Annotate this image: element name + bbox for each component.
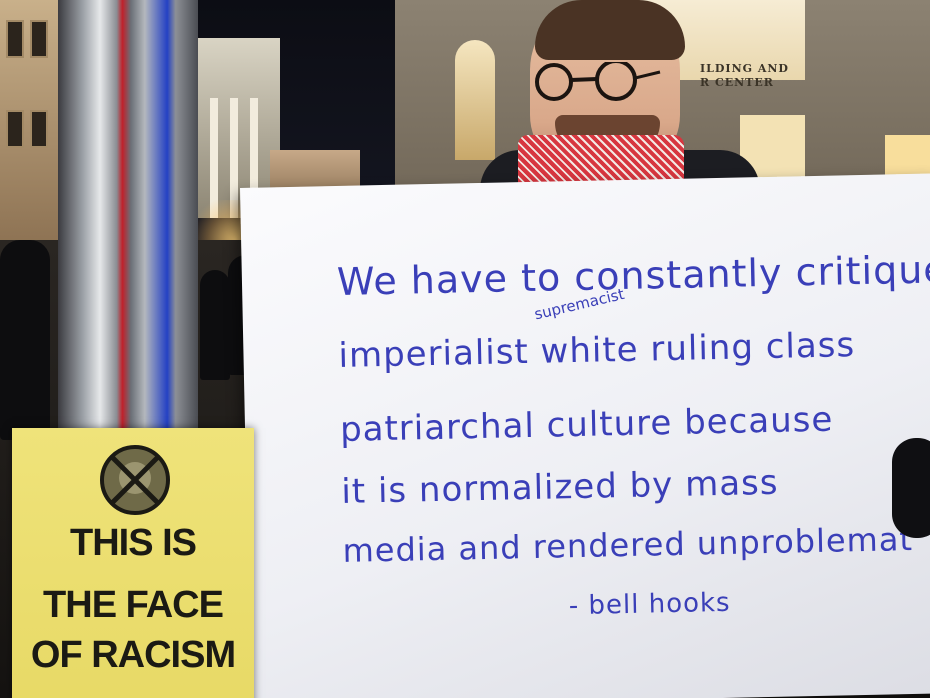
photo-scene: ILDING AND R CENTER We have to constantl… bbox=[0, 0, 930, 698]
protest-poster: THIS IS THE FACE OF RACISM bbox=[12, 428, 254, 698]
building-sign-line: ILDING AND bbox=[700, 62, 789, 75]
crowd-person bbox=[0, 240, 50, 440]
right-glove bbox=[892, 438, 930, 538]
sign-attribution: - bell hooks bbox=[568, 587, 731, 622]
building-window bbox=[30, 20, 48, 58]
sign-line: patriarchal culture because bbox=[339, 399, 834, 450]
glasses-icon bbox=[535, 62, 661, 101]
handwritten-sign: We have to constantly critique supremaci… bbox=[240, 173, 930, 698]
protester-hair bbox=[535, 0, 685, 60]
building-sign: ILDING AND R CENTER bbox=[700, 62, 800, 102]
crossed-out-face-icon bbox=[100, 445, 170, 515]
arched-window bbox=[455, 40, 495, 160]
building-window bbox=[6, 20, 24, 58]
poster-line: THIS IS bbox=[69, 522, 197, 564]
sign-line: We have to constantly critique bbox=[336, 247, 930, 304]
sign-line: imperialist white ruling class bbox=[338, 325, 856, 376]
building-window bbox=[30, 110, 48, 148]
crowd-person bbox=[200, 270, 230, 380]
left-building bbox=[0, 0, 60, 250]
sign-line: it is normalized by mass bbox=[340, 462, 779, 512]
building-sign-line: R CENTER bbox=[700, 76, 774, 89]
building-window bbox=[6, 110, 24, 148]
poster-line: THE FACE bbox=[43, 584, 224, 626]
poster-line: OF RACISM bbox=[30, 634, 236, 676]
metal-pole bbox=[58, 0, 198, 440]
sign-line: media and rendered unproblemat bbox=[342, 519, 914, 570]
